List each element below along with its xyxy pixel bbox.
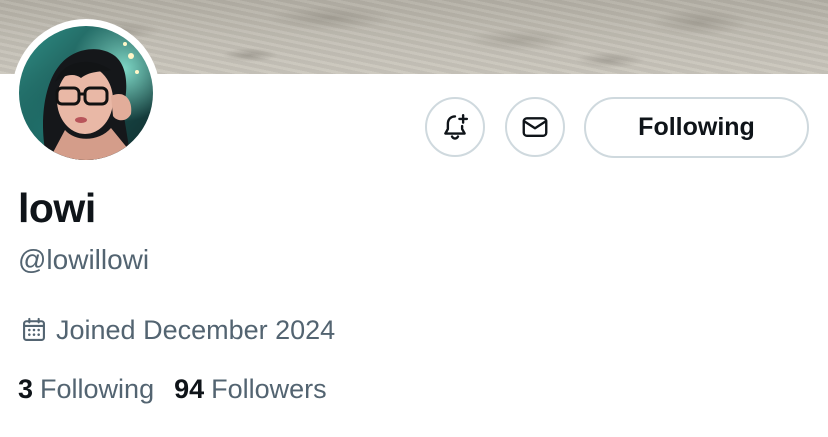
notify-button[interactable] — [425, 97, 485, 157]
display-name: lowi — [18, 185, 96, 231]
bell-plus-icon — [444, 113, 469, 140]
following-button[interactable]: Following — [584, 97, 809, 158]
avatar[interactable] — [19, 26, 153, 160]
calendar-icon — [20, 316, 48, 344]
envelope-icon — [522, 117, 548, 137]
following-stat-link[interactable]: 3 Following — [18, 371, 154, 407]
joined-text: Joined December 2024 — [56, 314, 336, 345]
followers-count: 94 — [174, 374, 205, 404]
follow-stats: 3 Following 94 Followers — [18, 371, 347, 407]
avatar-photo — [43, 42, 139, 160]
followers-stat-link[interactable]: 94 Followers — [174, 371, 327, 407]
user-handle: @lowillowi — [18, 244, 150, 275]
following-count: 3 — [18, 374, 34, 404]
following-label: Following — [40, 374, 155, 404]
joined-date: Joined December 2024 — [20, 312, 335, 348]
profile-header: Following lowi @lowillowi Joined Decembe… — [0, 0, 828, 437]
followers-label: Followers — [211, 374, 327, 404]
message-button[interactable] — [505, 97, 565, 157]
